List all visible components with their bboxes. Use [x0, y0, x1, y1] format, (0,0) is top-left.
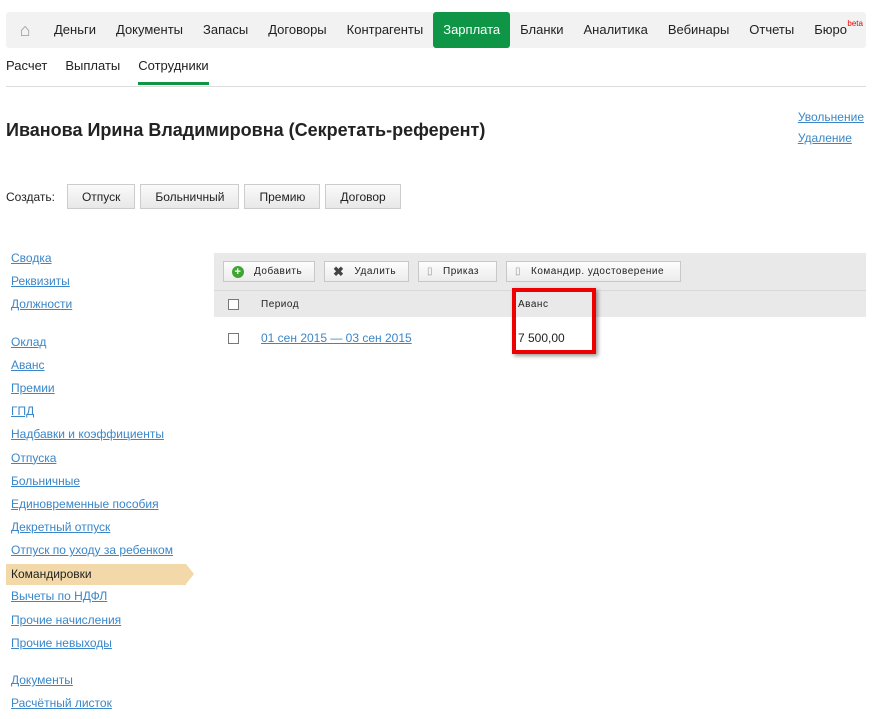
sidebar-item[interactable]: Документы [6, 671, 186, 694]
create-bar: Создать: Отпуск Больничный Премию Договор [6, 184, 401, 209]
certificate-button[interactable]: ▯ Командир. удостоверение [506, 261, 681, 282]
sidebar-item[interactable]: Реквизиты [6, 272, 186, 295]
create-button[interactable]: Больничный [140, 184, 240, 209]
sidebar-item[interactable]: Больничные [6, 472, 186, 495]
nav-item[interactable]: Договоры [258, 12, 336, 48]
delete-button[interactable]: ✖ Удалить [324, 261, 409, 282]
sidebar-item[interactable]: ГПД [6, 402, 186, 425]
nav-item[interactable]: Деньги [44, 12, 106, 48]
sidebar-item[interactable]: Премии [6, 379, 186, 402]
row-checkbox[interactable] [228, 332, 239, 344]
certificate-label: Командир. удостоверение [531, 266, 665, 277]
delete-label: Удалить [354, 266, 397, 277]
highlight-box [512, 288, 596, 354]
document-icon: ▯ [427, 266, 434, 277]
divider [6, 86, 866, 87]
sidebar-item[interactable]: Вычеты по НДФЛ [6, 587, 186, 610]
sidebar-item[interactable]: Расчётный листок [6, 694, 186, 717]
period-link[interactable]: 01 сен 2015 — 03 сен 2015 [261, 331, 412, 345]
sidebar-item[interactable]: Сводка [6, 249, 186, 272]
sidebar: Сводка Реквизиты Должности Оклад Аванс Премии… [6, 249, 194, 717]
create-button[interactable]: Отпуск [66, 184, 136, 209]
beta-badge: beta [847, 19, 863, 28]
nav-item[interactable]: Контрагенты [337, 12, 434, 48]
create-button[interactable]: Премию [244, 184, 321, 209]
sidebar-item[interactable]: Прочие невыходы [6, 634, 186, 657]
create-button[interactable]: Договор [325, 184, 401, 209]
nav-item[interactable]: Отчеты [739, 12, 804, 48]
subnav-tab[interactable]: Выплаты [65, 58, 120, 85]
nav-item[interactable]: Запасы [193, 12, 258, 48]
nav-item[interactable]: Зарплата [433, 12, 511, 48]
sidebar-item[interactable]: Аванс [6, 356, 186, 379]
subnav-tab[interactable]: Сотрудники [138, 58, 209, 85]
dismiss-link[interactable]: Увольнение [798, 110, 864, 124]
sidebar-item[interactable]: Командировки [6, 564, 194, 586]
top-nav: ⌂ Деньги Документы Запасы Договоры Контраген… [6, 12, 866, 48]
order-label: Приказ [443, 266, 479, 277]
sidebar-item[interactable]: Единовременные пособия [6, 495, 186, 518]
nav-item[interactable]: Документы [106, 12, 193, 48]
nav-item[interactable]: Аналитика [573, 12, 657, 48]
sidebar-item[interactable]: Оклад [6, 333, 186, 356]
toolbar: + Добавить ✖ Удалить ▯ Приказ ▯ Командир. уд… [214, 253, 866, 291]
add-button[interactable]: + Добавить [223, 261, 315, 282]
nav-item-buro[interactable]: Бюро beta [804, 12, 863, 48]
sidebar-item[interactable]: Декретный отпуск [6, 518, 186, 541]
sidebar-item[interactable]: Надбавки и коэффициенты [6, 425, 186, 448]
plus-icon: + [232, 265, 244, 278]
header-period: Период [261, 298, 300, 310]
home-icon[interactable]: ⌂ [6, 20, 44, 41]
page-title: Иванова Ирина Владимировна (Секретать-ре… [6, 120, 486, 140]
sidebar-item[interactable]: Должности [6, 295, 186, 318]
subnav-tab[interactable]: Расчет [6, 58, 47, 85]
nav-item[interactable]: Вебинары [658, 12, 739, 48]
sub-nav: Расчет Выплаты Сотрудники [6, 58, 209, 85]
nav-item[interactable]: Бланки [510, 12, 573, 48]
order-button[interactable]: ▯ Приказ [418, 261, 497, 282]
select-all-checkbox[interactable] [228, 298, 239, 310]
sidebar-item[interactable]: Отпуска [6, 449, 186, 472]
create-label: Создать: [6, 189, 55, 204]
sidebar-item[interactable]: Отпуск по уходу за ребенком [6, 541, 186, 564]
delete-link[interactable]: Удаление [798, 131, 864, 145]
add-label: Добавить [254, 266, 303, 277]
sidebar-item[interactable]: Прочие начисления [6, 611, 186, 634]
document-icon: ▯ [515, 266, 522, 277]
nav-item-label: Бюро [814, 22, 847, 37]
close-icon: ✖ [333, 263, 345, 279]
